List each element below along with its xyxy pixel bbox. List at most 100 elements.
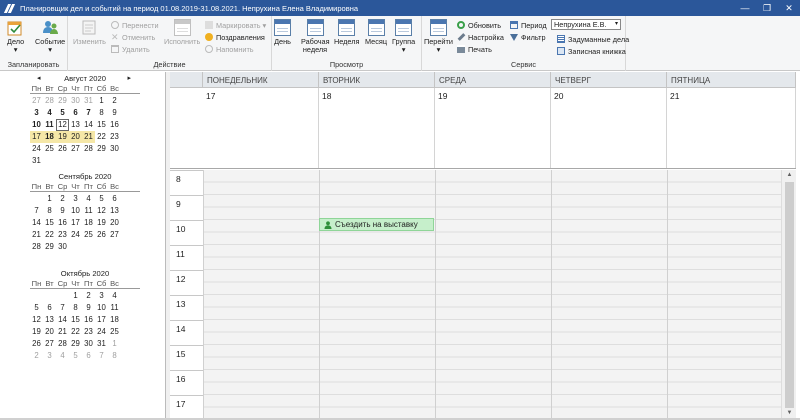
calendar-day[interactable]: 12 xyxy=(30,314,43,326)
calendar-day[interactable]: 2 xyxy=(56,193,69,205)
calendar-day[interactable]: 6 xyxy=(69,107,82,119)
calendar-day[interactable]: 17 xyxy=(30,131,43,143)
calendar-day[interactable]: 19 xyxy=(56,131,69,143)
calendar-day[interactable]: 7 xyxy=(56,302,69,314)
calendar-day[interactable]: 25 xyxy=(43,143,56,155)
view-workweek-button[interactable]: Рабочая неделя xyxy=(301,19,330,54)
calendar-day[interactable]: 24 xyxy=(69,229,82,241)
user-select[interactable]: Непрухина Е.В. ▾ xyxy=(551,19,621,30)
calendar-day[interactable]: 18 xyxy=(108,314,121,326)
view-day-button[interactable]: День xyxy=(274,19,291,46)
calendar-day[interactable]: 2 xyxy=(108,95,121,107)
calendar-day[interactable]: 24 xyxy=(95,326,108,338)
calendar-day[interactable]: 5 xyxy=(95,193,108,205)
settings-button[interactable]: Настройка xyxy=(457,32,504,42)
calendar-day[interactable]: 7 xyxy=(30,205,43,217)
calendar-day[interactable]: 29 xyxy=(43,241,56,253)
calendar-day[interactable]: 29 xyxy=(56,95,69,107)
calendar-day[interactable]: 30 xyxy=(69,95,82,107)
scrollbar-thumb[interactable] xyxy=(785,182,794,408)
maximize-button[interactable]: ❐ xyxy=(756,0,778,16)
planned-tasks-button[interactable]: Задуманные дела xyxy=(557,34,629,44)
calendar-day[interactable]: 27 xyxy=(69,143,82,155)
calendar-day[interactable]: 8 xyxy=(43,205,56,217)
notebook-button[interactable]: Записная книжка xyxy=(557,46,626,56)
edit-button[interactable]: Изменить xyxy=(73,19,106,46)
calendar-day[interactable]: 27 xyxy=(30,95,43,107)
calendar-day[interactable]: 13 xyxy=(108,205,121,217)
view-week-button[interactable]: Неделя xyxy=(334,19,359,46)
calendar-day[interactable]: 12 xyxy=(95,205,108,217)
calendar-day[interactable]: 18 xyxy=(43,131,56,143)
calendar-day[interactable]: 17 xyxy=(95,314,108,326)
calendar-day[interactable]: 13 xyxy=(69,119,82,131)
calendar-day[interactable]: 28 xyxy=(56,338,69,350)
calendar-day[interactable]: 22 xyxy=(43,229,56,241)
calendar-day[interactable]: 5 xyxy=(56,107,69,119)
calendar-day[interactable]: 21 xyxy=(56,326,69,338)
scroll-up-icon[interactable]: ▲ xyxy=(782,172,797,178)
calendar-day[interactable]: 3 xyxy=(69,193,82,205)
mark-button[interactable]: Маркировать ▾ xyxy=(205,20,266,30)
calendar-day[interactable]: 18 xyxy=(82,217,95,229)
calendar-day[interactable]: 10 xyxy=(30,119,43,131)
day-header-monday[interactable]: Понедельник xyxy=(203,72,319,88)
calendar-day[interactable]: 29 xyxy=(69,338,82,350)
calendar-day[interactable]: 26 xyxy=(56,143,69,155)
scroll-down-icon[interactable]: ▼ xyxy=(782,410,797,416)
calendar-day[interactable]: 28 xyxy=(30,241,43,253)
calendar-day[interactable]: 9 xyxy=(56,205,69,217)
congrats-button[interactable]: Поздравления xyxy=(205,32,265,42)
calendar-day[interactable]: 16 xyxy=(108,119,121,131)
calendar-day[interactable]: 2 xyxy=(30,350,43,362)
calendar-day[interactable]: 20 xyxy=(108,217,121,229)
prev-month-button[interactable]: ◂ xyxy=(37,74,41,82)
calendar-day[interactable]: 27 xyxy=(43,338,56,350)
calendar-day[interactable]: 20 xyxy=(43,326,56,338)
calendar-day[interactable]: 22 xyxy=(69,326,82,338)
calendar-day[interactable]: 11 xyxy=(108,302,121,314)
calendar-day[interactable]: 31 xyxy=(95,338,108,350)
refresh-button[interactable]: Обновить xyxy=(457,20,501,30)
remind-button[interactable]: Напомнить xyxy=(205,44,254,54)
calendar-day[interactable]: 19 xyxy=(30,326,43,338)
calendar-day[interactable]: 24 xyxy=(30,143,43,155)
day-cell-wednesday[interactable]: 19 xyxy=(435,88,551,168)
calendar-day[interactable]: 13 xyxy=(43,314,56,326)
calendar-day[interactable]: 4 xyxy=(56,350,69,362)
calendar-day[interactable]: 3 xyxy=(43,350,56,362)
calendar-day[interactable]: 5 xyxy=(69,350,82,362)
calendar-day[interactable]: 4 xyxy=(108,290,121,302)
calendar-day[interactable]: 21 xyxy=(82,131,95,143)
calendar-day[interactable]: 7 xyxy=(95,350,108,362)
calendar-day[interactable]: 28 xyxy=(43,95,56,107)
calendar-day[interactable]: 9 xyxy=(82,302,95,314)
calendar-day[interactable]: 1 xyxy=(69,290,82,302)
calendar-day[interactable]: 8 xyxy=(108,350,121,362)
calendar-day[interactable]: 6 xyxy=(82,350,95,362)
calendar-day[interactable]: 14 xyxy=(56,314,69,326)
calendar-day[interactable]: 31 xyxy=(82,95,95,107)
calendar-day[interactable]: 16 xyxy=(56,217,69,229)
day-cell-monday[interactable]: 17 xyxy=(203,88,319,168)
execute-button[interactable]: Исполнить xyxy=(164,19,200,46)
day-header-tuesday[interactable]: Вторник xyxy=(319,72,435,88)
calendar-day[interactable]: 3 xyxy=(30,107,43,119)
new-task-button[interactable]: Дело ▾ xyxy=(7,19,24,54)
day-header-friday[interactable]: Пятница xyxy=(667,72,796,88)
calendar-day[interactable]: 25 xyxy=(108,326,121,338)
calendar-day[interactable]: 14 xyxy=(82,119,95,131)
calendar-day[interactable]: 17 xyxy=(69,217,82,229)
vertical-scrollbar[interactable]: ▲ ▼ xyxy=(781,170,796,418)
day-cell-thursday[interactable]: 20 xyxy=(551,88,667,168)
calendar-day[interactable]: 4 xyxy=(82,193,95,205)
calendar-day[interactable]: 20 xyxy=(69,131,82,143)
calendar-day[interactable]: 10 xyxy=(69,205,82,217)
calendar-day[interactable]: 25 xyxy=(82,229,95,241)
goto-button[interactable]: Перейти ▾ xyxy=(424,19,453,54)
day-cell-tuesday[interactable]: 18 xyxy=(319,88,435,168)
calendar-day[interactable]: 31 xyxy=(30,155,43,167)
calendar-day[interactable]: 26 xyxy=(30,338,43,350)
calendar-day[interactable]: 1 xyxy=(43,193,56,205)
calendar-day[interactable]: 16 xyxy=(82,314,95,326)
